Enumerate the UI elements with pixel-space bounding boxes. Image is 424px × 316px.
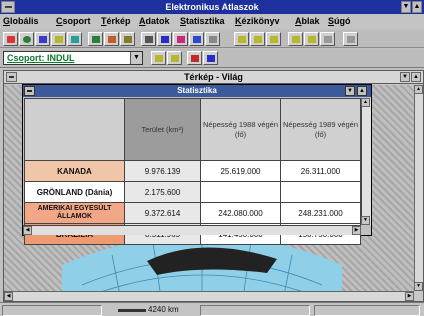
globe-icon[interactable] [19, 32, 34, 46]
row-country-name[interactable]: KANADA [24, 160, 125, 182]
menu-csoport[interactable]: Csoport [56, 16, 91, 26]
cell-pop1989[interactable]: 248.231.000 [280, 202, 361, 224]
cell-pop1989[interactable]: 26.311.000 [280, 160, 361, 182]
cell-pop1988[interactable]: 25.619.000 [200, 160, 281, 182]
system-menu-icon[interactable] [1, 1, 15, 13]
table-header-row: Terület (km²) Népesség 1988 végén (fő) N… [24, 98, 361, 161]
map-maximize-icon[interactable]: ▲ [411, 72, 421, 82]
paint-icon[interactable] [187, 51, 202, 65]
map-title-bar: Térkép - Világ ▼ ▲ [4, 71, 423, 84]
cell-pop1988[interactable] [200, 181, 281, 203]
cell-area[interactable]: 9.976.139 [124, 160, 201, 182]
menu-bar: Globális Csoport Térkép Adatok Statiszti… [0, 15, 424, 29]
tool-c-icon[interactable] [266, 32, 281, 46]
cell-pop1989[interactable] [280, 181, 361, 203]
cell-area[interactable]: 9.372.614 [124, 202, 201, 224]
scroll-down-icon[interactable]: ▼ [414, 282, 423, 291]
stat-minimize-icon[interactable]: ▼ [345, 86, 355, 96]
tool-f-icon[interactable] [320, 32, 335, 46]
map-title: Térkép - Világ [184, 72, 243, 82]
status-cell-1 [2, 305, 102, 316]
menu-sugo[interactable]: Súgó [328, 16, 351, 26]
column-header-pop1989[interactable]: Népesség 1989 végén (fő) [280, 98, 361, 161]
title-bar: Elektronikus Atlaszok ▼ ▲ [0, 0, 424, 14]
main-toolbar [0, 30, 424, 48]
group-select[interactable]: Csoport: INDUL ▼ [3, 51, 143, 65]
map-vertical-scrollbar[interactable]: ▲ ▼ [414, 85, 423, 291]
row-country-name[interactable]: AMERIKAI EGYESÜLT ÁLLAMOK [24, 202, 125, 224]
group-toolbar: Csoport: INDUL ▼ [0, 49, 424, 68]
scroll-up-icon[interactable]: ▲ [361, 98, 370, 107]
menu-kezikonyv[interactable]: Kézikönyv [235, 16, 280, 26]
scroll-right-icon[interactable]: ▶ [352, 226, 361, 235]
cell-pop1988[interactable]: 242.080.000 [200, 202, 281, 224]
tool-a-icon[interactable] [234, 32, 249, 46]
status-cell-3 [200, 305, 310, 316]
table-row: GRÖNLAND (Dánia) 2.175.600 [24, 181, 361, 203]
grid-icon[interactable] [67, 32, 82, 46]
map-horizontal-scrollbar[interactable]: ◀ ▶ [4, 291, 414, 301]
pencil-icon[interactable] [203, 51, 218, 65]
text-icon[interactable] [205, 32, 220, 46]
tool-d-icon[interactable] [288, 32, 303, 46]
chevron-down-icon[interactable]: ▼ [130, 52, 142, 64]
scale-bar-icon [118, 309, 146, 312]
menu-statisztika[interactable]: Statisztika [180, 16, 225, 26]
stat-vertical-scrollbar[interactable]: ▲ ▼ [361, 98, 371, 225]
tool-e-icon[interactable] [304, 32, 319, 46]
status-cell-4 [314, 305, 420, 316]
stat-title-bar: Statisztika ▼ ▲ [23, 85, 371, 97]
stat-system-menu-icon[interactable] [24, 86, 35, 96]
menu-globalis[interactable]: Globális [3, 16, 39, 26]
table-row: KANADA 9.976.139 25.619.000 26.311.000 [24, 160, 361, 182]
statistics-table: Terület (km²) Népesség 1988 végén (fő) N… [24, 98, 361, 245]
stat-maximize-icon[interactable]: ▲ [357, 86, 367, 96]
scroll-left-icon[interactable]: ◀ [4, 292, 13, 301]
pie-chart-icon[interactable] [173, 32, 188, 46]
layers-icon[interactable] [51, 32, 66, 46]
minimize-icon[interactable]: ▼ [401, 1, 411, 13]
group-tool-a-icon[interactable] [151, 51, 166, 65]
maximize-icon[interactable]: ▲ [412, 1, 422, 13]
table-row: AMERIKAI EGYESÜLT ÁLLAMOK 9.372.614 242.… [24, 202, 361, 224]
map-icon[interactable] [141, 32, 156, 46]
stat-title: Statisztika [177, 86, 217, 95]
scroll-up-icon[interactable]: ▲ [414, 85, 423, 94]
status-bar: 4240 km [0, 302, 424, 316]
scroll-right-icon[interactable]: ▶ [405, 292, 414, 301]
map-scale: 4240 km [148, 305, 179, 314]
bar-chart-icon[interactable] [157, 32, 172, 46]
row-country-name[interactable]: GRÖNLAND (Dánia) [24, 181, 125, 203]
column-header-pop1988[interactable]: Népesség 1988 végén (fő) [200, 98, 281, 161]
tool-g-icon[interactable] [343, 32, 358, 46]
group-icon[interactable] [35, 32, 50, 46]
statistics-window: Statisztika ▼ ▲ Terület (km²) Népesség 1… [22, 84, 372, 245]
scroll-down-icon[interactable]: ▼ [361, 216, 370, 225]
map-system-menu-icon[interactable] [6, 72, 17, 82]
table-icon[interactable] [104, 32, 119, 46]
group-tool-b-icon[interactable] [167, 51, 182, 65]
window-icon[interactable] [120, 32, 135, 46]
scroll-left-icon[interactable]: ◀ [23, 226, 32, 235]
column-header-area[interactable]: Terület (km²) [124, 98, 201, 161]
menu-ablak[interactable]: Ablak [295, 16, 320, 26]
group-select-value: Csoport: INDUL [7, 53, 75, 63]
stat-horizontal-scrollbar[interactable]: ◀ ▶ [23, 225, 361, 235]
cell-area[interactable]: 2.175.600 [124, 181, 201, 203]
tool-b-icon[interactable] [250, 32, 265, 46]
menu-terkep[interactable]: Térkép [101, 16, 131, 26]
app-window: Elektronikus Atlaszok ▼ ▲ Globális Csopo… [0, 0, 424, 316]
help-icon[interactable] [3, 32, 18, 46]
list-icon[interactable] [189, 32, 204, 46]
map-minimize-icon[interactable]: ▼ [400, 72, 410, 82]
app-title: Elektronikus Atlaszok [165, 2, 259, 12]
menu-adatok[interactable]: Adatok [139, 16, 170, 26]
table-corner [24, 98, 125, 161]
chart-icon[interactable] [88, 32, 103, 46]
